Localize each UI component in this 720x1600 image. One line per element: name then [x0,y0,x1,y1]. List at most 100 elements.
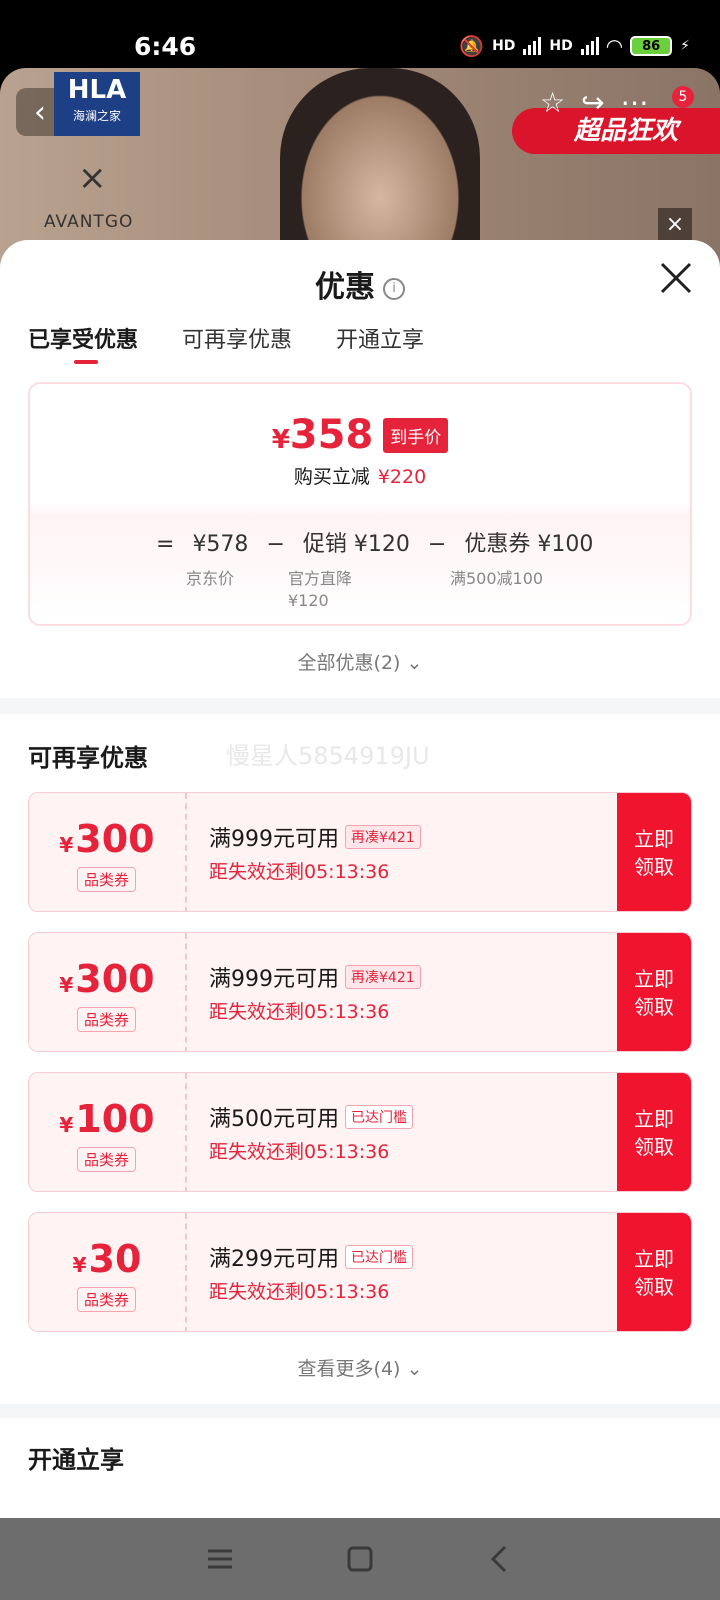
coupon-condition-text: 满299元可用 [209,1247,339,1272]
system-nav-bar [0,1518,720,1600]
all-offers-label: 全部优惠(2) [297,652,401,674]
claim-button[interactable]: 立即 领取 [617,793,691,911]
coupon-condition: 满500元可用 已达门槛 [209,1101,413,1133]
coupon-left: ¥300 品类券 [29,793,187,911]
coupon-expire: 距失效还剩05:13:36 [209,1281,390,1303]
coupon-condition: 满999元可用 再凑¥421 [209,821,421,853]
open-section-title: 开通立享 [28,1446,124,1474]
equals-sign: = [156,532,175,557]
chevron-down-icon: ⌄ [406,652,423,674]
currency-symbol: ¥ [271,425,290,455]
cart-badge: 5 [672,86,694,108]
coupon-value: ¥300 [29,817,185,861]
chevron-down-icon: ⌄ [406,1358,423,1380]
minus-sign-2: − [427,532,447,557]
coupon-card: ¥300 品类券 满999元可用 再凑¥421 距失效还剩05:13:36 立即领… [28,932,692,1052]
price-breakdown: = ¥578 − 促销 ¥120 − 优惠券 ¥100 [156,526,593,558]
see-more-label: 查看更多(4) [297,1358,401,1380]
coupon-condition-text: 满500元可用 [209,1107,339,1132]
coupon-left: ¥100 品类券 [29,1073,187,1191]
price-summary-card: ¥358 到手价 购买立减 ¥220 = ¥578 − 促销 ¥120 − 优惠券… [28,382,692,626]
watermark: 慢星人5854919JU [226,742,430,770]
coupon-value: ¥30 [29,1237,185,1281]
jd-price-label: 京东价 [186,569,235,588]
back-icon[interactable] [480,1539,520,1579]
brand-name: HLA [67,75,127,105]
currency-symbol: ¥ [72,1253,87,1277]
see-more-toggle[interactable]: 查看更多(4) ⌄ [0,1354,720,1381]
signal-icon [523,37,542,55]
sheet-header: 优惠 i [0,240,720,316]
coupon-type: 品类券 [77,1287,137,1312]
tab-open[interactable]: 开通立享 [336,316,424,378]
coupon-label: 优惠券 [464,532,531,557]
model-photo [280,68,480,268]
coupon-amount: ¥100 [537,532,594,557]
coupon-type: 品类券 [77,867,137,892]
coupon-expire: 距失效还剩05:13:36 [209,1141,390,1163]
claim-button[interactable]: 立即 领取 [617,933,691,1051]
reenjoy-section-title: 可再享优惠 [28,744,148,772]
share-icon[interactable]: ↪ [581,86,604,119]
minus-sign: − [266,532,285,557]
collab-x: × [78,158,107,198]
coupon-type: 品类券 [77,1007,137,1032]
brand-sub: 海澜之家 [72,109,121,123]
tab-enjoyed[interactable]: 已享受优惠 [28,316,138,378]
status-icons: 🔕 HD HD ◠ 86 ⚡ [459,34,690,58]
coupon-condition: 满999元可用 再凑¥421 [209,961,421,993]
section-divider-2 [0,1404,720,1418]
claim-button[interactable]: 立即 领取 [617,1073,691,1191]
coupon-condition-text: 满999元可用 [209,827,339,852]
offer-tabs: 已享受优惠 可再享优惠 开通立享 [0,316,720,378]
coupon-tag: 再凑¥421 [345,965,421,989]
currency-symbol: ¥ [59,833,74,857]
currency-symbol: ¥ [59,973,74,997]
coupon-left: ¥30 品类券 [29,1213,187,1331]
instant-label: 购买立减 [293,466,370,488]
jd-price: ¥578 [192,532,249,557]
promo-sub: 官方直降 ¥120 [288,568,352,612]
tab-reenjoy[interactable]: 可再享优惠 [182,316,292,378]
wifi-icon: ◠ [606,34,623,58]
brand-logo: HLA 海澜之家 [54,72,140,136]
close-icon[interactable] [658,260,694,296]
coupon-value: ¥300 [29,957,185,1001]
coupon-item: 优惠券 ¥100 [464,526,593,558]
menu-icon[interactable] [200,1539,240,1579]
section-divider [0,698,720,714]
mini-close-icon[interactable]: × [658,208,692,242]
promo-label: 促销 [302,532,347,557]
coupon-expire: 距失效还剩05:13:36 [209,861,390,883]
info-icon[interactable]: i [383,277,405,300]
top-actions: ☆ ↪ ⋯ [540,86,649,119]
coupon-card: ¥30 品类券 满299元可用 已达门槛 距失效还剩05:13:36 立即 领取 [28,1212,692,1332]
status-time: 6:46 [134,32,197,61]
battery-icon: 86 [630,36,673,56]
currency-symbol: ¥ [59,1113,74,1137]
coupon-tag: 已达门槛 [345,1245,413,1269]
coupon-type: 品类券 [77,1147,137,1172]
sheet-title: 优惠 i [0,262,720,306]
signal-icon-2 [580,37,599,55]
final-price-value: 358 [289,412,374,458]
coupon-left: ¥300 品类券 [29,933,187,1051]
all-offers-toggle[interactable]: 全部优惠(2) ⌄ [0,648,720,675]
sheet-title-text: 优惠 [315,270,375,305]
favorite-icon[interactable]: ☆ [540,86,565,119]
promo-item: 促销 ¥120 [303,526,410,558]
coupon-tag: 再凑¥421 [345,825,421,849]
coupon-sub: 满500减100 [450,569,544,588]
more-icon[interactable]: ⋯ [621,86,649,119]
final-price: ¥358 [272,412,374,458]
promo-sub-label: 官方直降 [288,569,353,588]
claim-button[interactable]: 立即 领取 [617,1213,691,1331]
instant-amount: ¥220 [377,466,427,488]
home-icon[interactable] [340,1539,380,1579]
coupon-card: ¥100 品类券 满500元可用 已达门槛 距失效还剩05:13:36 立即 领取 [28,1072,692,1192]
coupon-card: ¥300 品类券 满999元可用 再凑¥421 距失效还剩05:13:36 立即领… [28,792,692,912]
promo-sub-amount: ¥120 [288,591,329,610]
offers-sheet: 优惠 i 已享受优惠 可再享优惠 开通立享 ¥358 到手价 购买立减 ¥220 =… [0,240,720,1518]
signal-label-2: HD [549,38,573,54]
coupon-expire: 距失效还剩05:13:36 [209,1001,390,1023]
